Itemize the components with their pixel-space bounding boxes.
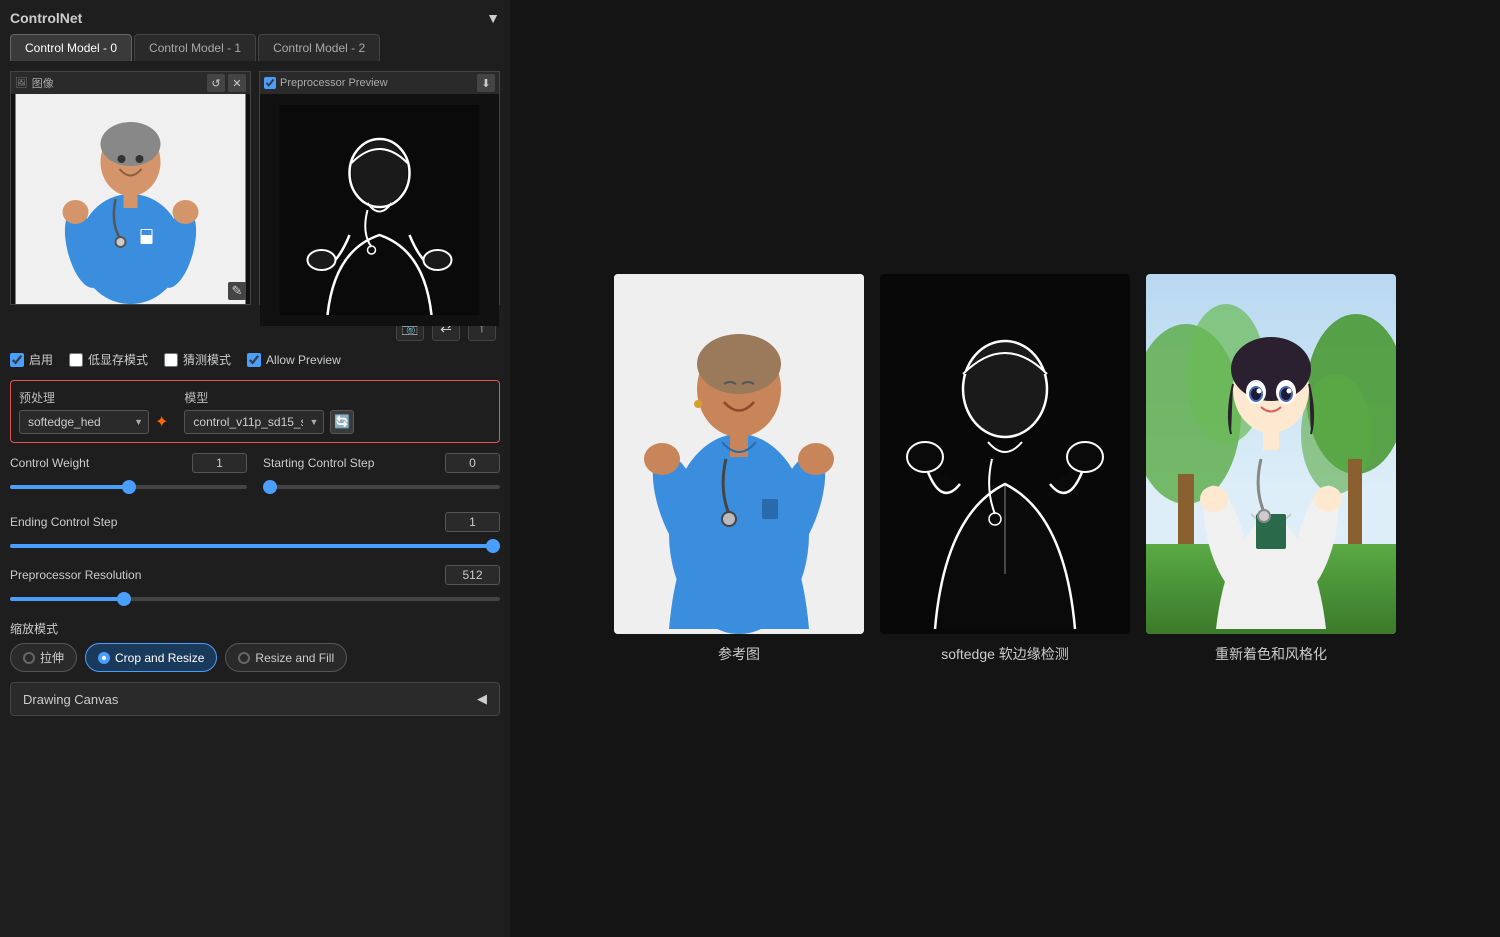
- output-caption-2: softedge 软边缘检测: [941, 644, 1069, 664]
- crop-radio-dot: [98, 652, 110, 664]
- enable-checkbox-item[interactable]: 启用: [10, 351, 53, 368]
- output-images-row: 参考图: [614, 274, 1396, 664]
- output-nurse-svg: [614, 274, 864, 634]
- tab-control-model-1[interactable]: Control Model - 1: [134, 34, 256, 61]
- scale-mode-label: 缩放模式: [10, 620, 500, 637]
- control-weight-slider[interactable]: [10, 485, 247, 489]
- output-image-box-2: [880, 274, 1130, 634]
- drawing-canvas-icon: ◀: [477, 691, 487, 707]
- tab-control-model-0[interactable]: Control Model - 0: [10, 34, 132, 61]
- starting-step-label: Starting Control Step: [263, 456, 374, 470]
- preprocessor-group: 预处理 softedge_hed none canny ✦: [19, 389, 168, 434]
- scale-stretch-btn[interactable]: 拉伸: [10, 643, 77, 672]
- fill-radio-dot: [238, 652, 250, 664]
- low-vram-checkbox[interactable]: [69, 353, 83, 367]
- scale-mode-radio-group: 拉伸 Crop and Resize Resize and Fill: [10, 643, 500, 672]
- input-image-content: [11, 94, 250, 304]
- images-row: 🖼 图像 ↺ ✕: [10, 71, 500, 305]
- stretch-radio-dot: [23, 652, 35, 664]
- preproc-res-label: Preprocessor Resolution: [10, 568, 141, 582]
- allow-preview-checkbox-item[interactable]: Allow Preview: [247, 353, 341, 367]
- starting-step-section: Starting Control Step: [263, 453, 500, 500]
- model-select[interactable]: control_v11p_sd15_s control_v11p_sd15_ca…: [184, 410, 324, 434]
- tabs-row: Control Model - 0 Control Model - 1 Cont…: [10, 34, 500, 61]
- ending-step-input[interactable]: [445, 512, 500, 532]
- output-image-2: softedge 软边缘检测: [880, 274, 1130, 664]
- checkboxes-row: 启用 低显存模式 猜测模式 Allow Preview: [10, 351, 500, 368]
- control-weight-label: Control Weight: [10, 456, 89, 470]
- model-group: 模型 control_v11p_sd15_s control_v11p_sd15…: [184, 389, 354, 434]
- starting-step-input[interactable]: [445, 453, 500, 473]
- preprocessor-select[interactable]: softedge_hed none canny: [19, 410, 149, 434]
- preprocessor-preview-header: Preprocessor Preview ⬇: [260, 72, 499, 94]
- guess-mode-label: 猜测模式: [183, 351, 231, 368]
- control-weight-input[interactable]: [192, 453, 247, 473]
- preprocessor-preview-content: [260, 94, 499, 326]
- output-image-1: 参考图: [614, 274, 864, 664]
- guess-mode-checkbox[interactable]: [164, 353, 178, 367]
- weight-starting-row: Control Weight Starting Control Step: [10, 453, 500, 506]
- left-panel: ControlNet ▼ Control Model - 0 Control M…: [0, 0, 510, 937]
- tab-control-model-2[interactable]: Control Model - 2: [258, 34, 380, 61]
- panel-collapse-btn[interactable]: ▼: [486, 10, 500, 26]
- preprocessor-preview-checkbox[interactable]: [264, 77, 276, 89]
- output-image-box-1: [614, 274, 864, 634]
- input-image-box: 🖼 图像 ↺ ✕: [10, 71, 251, 305]
- preprocessor-preview-box: Preprocessor Preview ⬇: [259, 71, 500, 305]
- ending-step-label: Ending Control Step: [10, 515, 117, 529]
- low-vram-label: 低显存模式: [88, 351, 148, 368]
- input-image-label: 图像: [32, 75, 54, 91]
- control-weight-section: Control Weight: [10, 453, 247, 500]
- guess-mode-checkbox-item[interactable]: 猜测模式: [164, 351, 231, 368]
- image-reset-btn[interactable]: ↺: [207, 74, 225, 92]
- crop-label: Crop and Resize: [115, 651, 204, 665]
- preproc-model-section: 预处理 softedge_hed none canny ✦: [10, 380, 500, 443]
- starting-step-slider[interactable]: [263, 485, 500, 489]
- enable-label: 启用: [29, 351, 53, 368]
- image-close-btn[interactable]: ✕: [228, 74, 246, 92]
- scale-fill-btn[interactable]: Resize and Fill: [225, 643, 347, 672]
- preproc-model-row: 预处理 softedge_hed none canny ✦: [19, 389, 491, 434]
- output-image-3: 重新着色和风格化: [1146, 274, 1396, 664]
- preproc-res-slider[interactable]: [10, 597, 500, 601]
- enable-checkbox[interactable]: [10, 353, 24, 367]
- fill-label: Resize and Fill: [255, 651, 334, 665]
- low-vram-checkbox-item[interactable]: 低显存模式: [69, 351, 148, 368]
- model-select-wrap: control_v11p_sd15_s control_v11p_sd15_ca…: [184, 410, 324, 434]
- drawing-canvas-row[interactable]: Drawing Canvas ◀: [10, 682, 500, 716]
- right-panel: 参考图: [510, 0, 1500, 937]
- preproc-res-section: Preprocessor Resolution: [10, 565, 500, 612]
- ending-step-slider[interactable]: [10, 544, 500, 548]
- model-refresh-btn[interactable]: 🔄: [330, 410, 354, 434]
- preprocessor-field-row: softedge_hed none canny ✦: [19, 410, 168, 434]
- output-image-box-3: [1146, 274, 1396, 634]
- output-caption-3: 重新着色和风格化: [1215, 644, 1327, 664]
- preprocessor-preview-svg: [260, 105, 499, 315]
- model-field-row: control_v11p_sd15_s control_v11p_sd15_ca…: [184, 410, 354, 434]
- drawing-canvas-label: Drawing Canvas: [23, 692, 118, 707]
- scale-crop-btn[interactable]: Crop and Resize: [85, 643, 217, 672]
- preprocessor-download-btn[interactable]: ⬇: [477, 74, 495, 92]
- ending-step-section: Ending Control Step: [10, 512, 500, 559]
- model-label: 模型: [184, 389, 354, 406]
- output-caption-1: 参考图: [718, 644, 760, 664]
- image-edit-btn[interactable]: ✎: [228, 282, 246, 300]
- panel-header: ControlNet ▼: [10, 10, 500, 26]
- nurse-svg: [11, 94, 250, 304]
- output-anime-svg: [1146, 274, 1396, 634]
- stretch-label: 拉伸: [40, 649, 64, 666]
- allow-preview-label: Allow Preview: [266, 353, 341, 367]
- input-image-header: 🖼 图像 ↺ ✕: [11, 72, 250, 94]
- preprocessor-select-wrap: softedge_hed none canny: [19, 410, 149, 434]
- scale-mode-section: 缩放模式 拉伸 Crop and Resize Resize and Fill: [10, 620, 500, 672]
- preprocessor-label: 预处理: [19, 389, 168, 406]
- star-icon: ✦: [155, 412, 168, 432]
- preprocessor-preview-label: Preprocessor Preview: [280, 77, 388, 89]
- preproc-res-input[interactable]: [445, 565, 500, 585]
- allow-preview-checkbox[interactable]: [247, 353, 261, 367]
- image-icon: 🖼: [15, 78, 28, 89]
- output-softedge-svg: [880, 274, 1130, 634]
- panel-title: ControlNet: [10, 10, 82, 26]
